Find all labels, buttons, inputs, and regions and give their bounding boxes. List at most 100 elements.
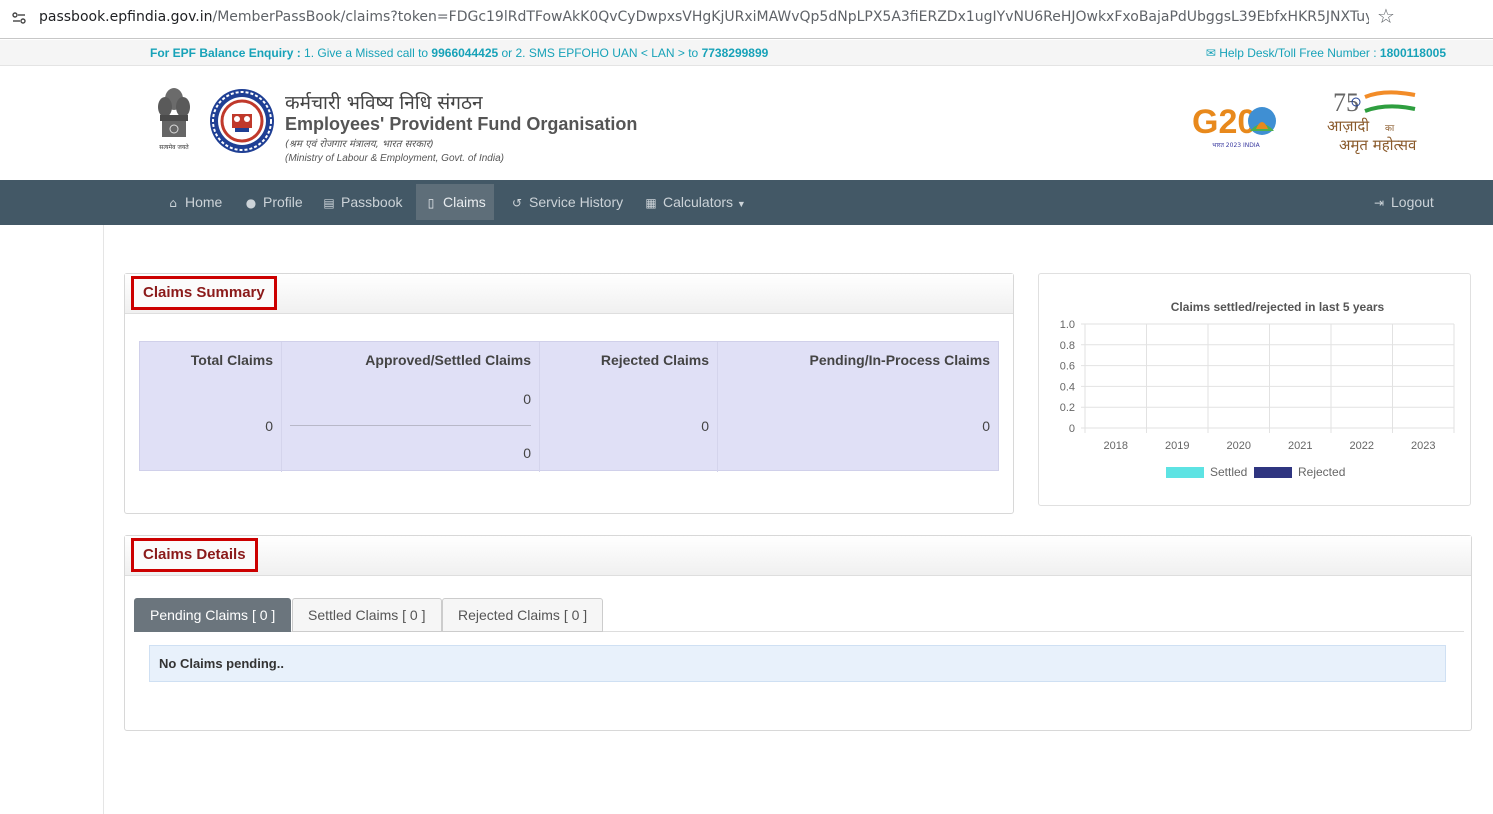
x-tick-label: 2023 (1411, 440, 1435, 452)
legend-label: Settled (1210, 465, 1247, 479)
claims-details-title: Claims Details (131, 538, 258, 572)
passbook-icon: ▤ (323, 196, 335, 210)
claims-chart-card: Claims settled/rejected in last 5 years 0… (1038, 273, 1471, 506)
emblem-caption: सत्यमेव जयते (159, 143, 189, 151)
chevron-down-icon: ▼ (736, 199, 746, 209)
enquiry-text-1: 1. Give a Missed call to (300, 46, 432, 60)
approved-claims-header: Approved/Settled Claims (365, 352, 531, 368)
url-field[interactable]: passbook.epfindia.gov.in/MemberPassBook/… (0, 2, 1410, 32)
tab-pending-claims[interactable]: Pending Claims [ 0 ] (134, 598, 292, 632)
nav-profile-label: Profile (263, 194, 303, 210)
nav-calculators[interactable]: ▦ Calculators ▼ (636, 180, 754, 220)
claims-tabs: Pending Claims [ 0 ] Settled Claims [ 0 … (134, 598, 1464, 632)
total-claims-header: Total Claims (190, 352, 273, 368)
nav-passbook[interactable]: ▤ Passbook (314, 180, 410, 220)
document-icon: ▯ (427, 196, 435, 210)
approved-divider (290, 425, 531, 426)
nav-profile[interactable]: ● Profile (236, 180, 311, 220)
azadi-ka: का (1385, 124, 1395, 134)
home-icon: ⌂ (169, 196, 177, 210)
nav-passbook-label: Passbook (341, 194, 403, 210)
azadi-line1: आज़ादी (1327, 117, 1370, 135)
balance-enquiry-info: For EPF Balance Enquiry : 1. Give a Miss… (150, 46, 768, 60)
calculator-icon: ▦ (645, 196, 657, 210)
x-tick-label: 2020 (1227, 440, 1251, 452)
url-path: /MemberPassBook/claims?token=FDGc19lRdTF… (212, 9, 1370, 25)
claims-summary-header: Claims Summary (125, 274, 1013, 314)
tab-rejected-claims[interactable]: Rejected Claims [ 0 ] (442, 598, 604, 632)
y-tick-label: 0.6 (1060, 361, 1075, 373)
site-header: सत्यमेव जयते कर्मचारी भविष्य निधि संगठन … (0, 67, 1493, 180)
national-emblem-icon: सत्यमेव जयते (158, 88, 190, 151)
pending-claims-column: Pending/In-Process Claims 0 (718, 342, 998, 472)
nav-service-history[interactable]: ↺ Service History (502, 180, 631, 220)
chart-title: Claims settled/rejected in last 5 years (1171, 300, 1385, 314)
browser-address-bar: passbook.epfindia.gov.in/MemberPassBook/… (0, 0, 1493, 39)
pending-claims-header: Pending/In-Process Claims (809, 352, 991, 368)
claims-summary-card: Claims Summary Total Claims 0 Approved/S… (124, 273, 1014, 514)
main-content: Claims Summary Total Claims 0 Approved/S… (104, 225, 1493, 814)
enquiry-label: For EPF Balance Enquiry : (150, 46, 301, 60)
history-icon: ↺ (511, 196, 523, 210)
total-claims-value: 0 (265, 418, 273, 434)
ministry-hindi: (श्रम एवं रोजगार मंत्रालय, भारत सरकार) (285, 139, 434, 150)
y-tick-label: 0 (1069, 423, 1075, 435)
epfo-logo-icon (210, 89, 274, 153)
user-icon: ● (245, 196, 257, 210)
helpdesk-number: 1800118005 (1379, 46, 1446, 60)
ministry-english: (Ministry of Labour & Employment, Govt. … (285, 153, 504, 164)
nav-claims[interactable]: ▯ Claims (416, 184, 494, 220)
left-pane (0, 225, 104, 814)
helpdesk-label: Help Desk/Toll Free Number : (1219, 46, 1380, 60)
org-name-hindi: कर्मचारी भविष्य निधि संगठन (285, 92, 483, 114)
url-text[interactable]: passbook.epfindia.gov.in/MemberPassBook/… (39, 9, 1369, 25)
claims-summary-table: Total Claims 0 Approved/Settled Claims 0… (139, 341, 999, 472)
x-tick-label: 2022 (1350, 440, 1374, 452)
nav-service-history-label: Service History (529, 194, 624, 210)
claims-details-card: Claims Details Pending Claims [ 0 ] Sett… (124, 535, 1472, 731)
missed-call-number: 9966044425 (431, 46, 499, 60)
main-navbar: ⌂ Home ● Profile ▤ Passbook ▯ Claims ↺ Servic… (0, 180, 1493, 225)
nav-claims-label: Claims (443, 194, 486, 210)
approved-claims-value: 0 (523, 391, 531, 407)
claims-chart: Claims settled/rejected in last 5 years 0… (1060, 300, 1455, 479)
settled-claims-value: 0 (523, 445, 531, 461)
approved-claims-column: Approved/Settled Claims 0 0 (282, 342, 540, 472)
envelope-icon: ✉ (1205, 46, 1216, 60)
azadi-line2: अमृत महोत्सव (1339, 136, 1417, 155)
org-name-english: Employees' Provident Fund Organisation (285, 114, 638, 134)
site-settings-icon[interactable] (12, 11, 26, 25)
y-tick-label: 0.2 (1060, 402, 1075, 414)
y-tick-label: 0.4 (1060, 381, 1075, 393)
rejected-claims-column: Rejected Claims 0 (540, 342, 718, 472)
nav-logout[interactable]: ⇥ Logout (1364, 180, 1442, 220)
legend-swatch (1166, 467, 1204, 478)
rejected-claims-value: 0 (701, 418, 709, 434)
no-claims-message: No Claims pending.. (149, 645, 1446, 682)
azadi-ka-amrit-mahotsav-logo-icon: 75 आज़ादी का अमृत महोत्सव (1327, 89, 1417, 155)
legend-label: Rejected (1298, 465, 1345, 479)
x-tick-label: 2018 (1104, 440, 1128, 452)
logout-icon: ⇥ (1373, 196, 1385, 210)
info-strip: For EPF Balance Enquiry : 1. Give a Miss… (0, 40, 1493, 66)
nav-calculators-label: Calculators (663, 194, 734, 210)
x-tick-label: 2021 (1288, 440, 1312, 452)
y-tick-label: 1.0 (1060, 319, 1075, 331)
rejected-claims-header: Rejected Claims (600, 352, 709, 368)
g20-logo-text: G20 (1192, 103, 1256, 141)
claims-details-header: Claims Details (125, 536, 1471, 576)
pending-claims-value: 0 (982, 418, 990, 434)
sms-number: 7738299899 (701, 46, 769, 60)
g20-caption: भारत 2023 INDIA (1212, 142, 1260, 149)
nav-home[interactable]: ⌂ Home (158, 180, 230, 220)
bookmark-star-icon[interactable]: ☆ (1377, 4, 1395, 28)
legend-swatch (1254, 467, 1292, 478)
url-host: passbook.epfindia.gov.in (39, 9, 213, 25)
tab-settled-claims[interactable]: Settled Claims [ 0 ] (292, 598, 442, 632)
nav-logout-label: Logout (1391, 194, 1434, 210)
claims-summary-title: Claims Summary (131, 276, 277, 310)
total-claims-column: Total Claims 0 (140, 342, 282, 472)
x-tick-label: 2019 (1165, 440, 1189, 452)
g20-logo-icon: G20 भारत 2023 INDIA (1192, 103, 1276, 149)
helpdesk-info: ✉ Help Desk/Toll Free Number : 180011800… (1206, 46, 1446, 60)
